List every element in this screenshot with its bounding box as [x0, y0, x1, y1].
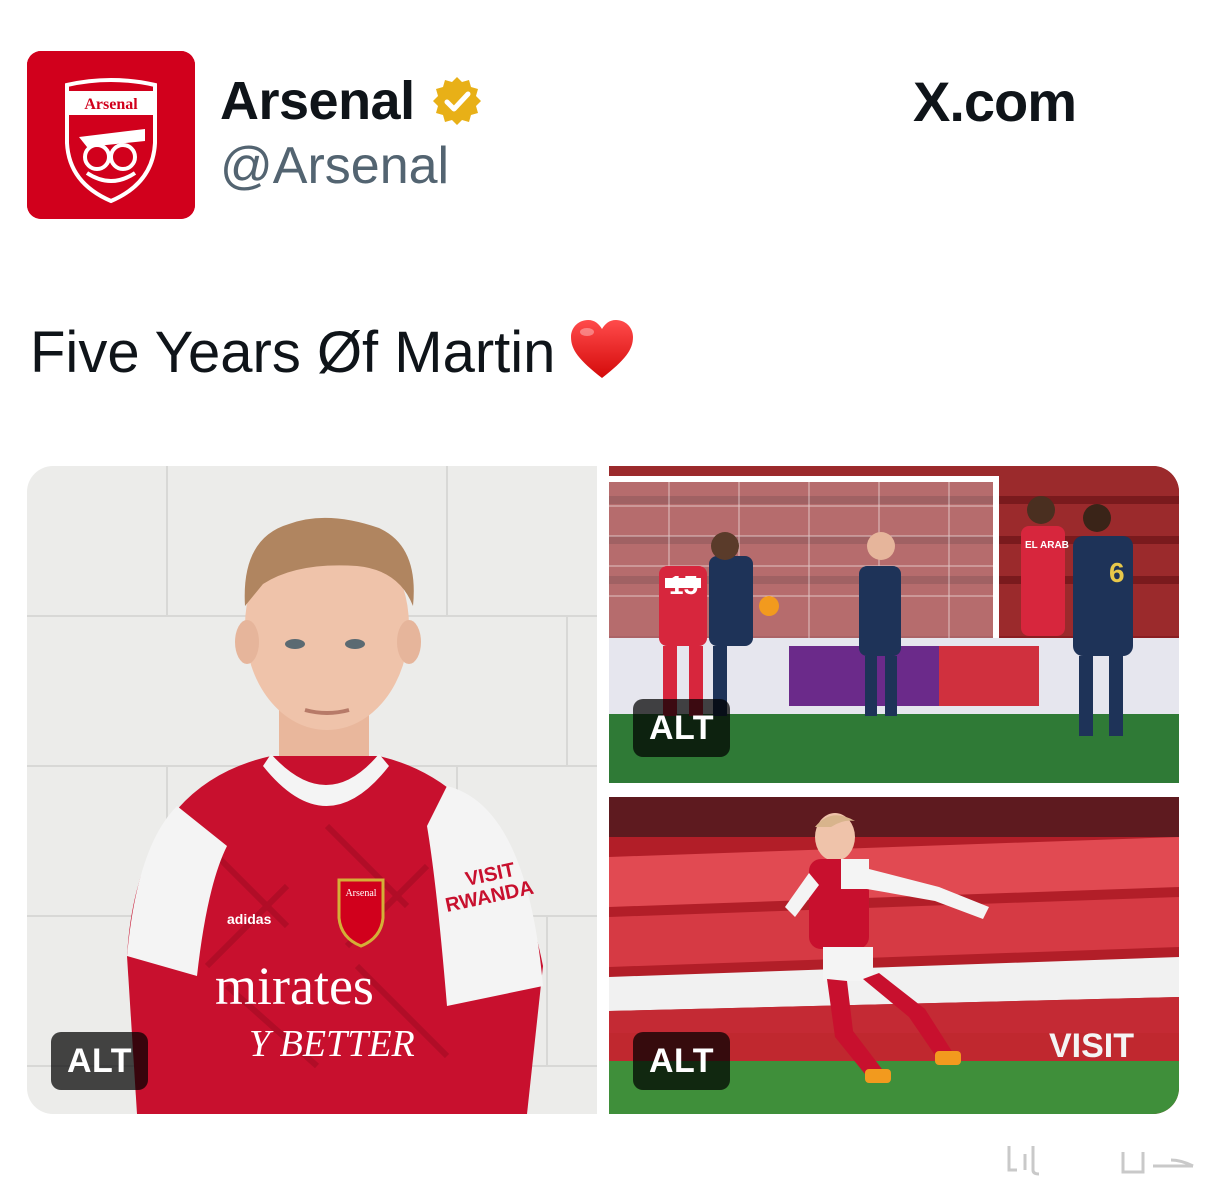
board-text: VISIT: [1049, 1027, 1134, 1065]
tweet-text: Five Years Øf Martin: [30, 318, 635, 385]
alt-badge[interactable]: ALT: [633, 699, 731, 757]
avatar[interactable]: Arsenal: [27, 51, 195, 219]
shirt-slogan-text: Y BETTER: [249, 1023, 415, 1065]
tweet-text-content: Five Years Øf Martin: [30, 320, 556, 385]
media-photo-1[interactable]: Arsenal adidas mirates Y BETTER VISIT RW…: [27, 466, 597, 1114]
portrait-photo: Arsenal adidas mirates Y BETTER VISIT RW…: [27, 466, 597, 1114]
media-photo-3[interactable]: VISIT ALT: [609, 797, 1179, 1114]
watermark-icon: [1007, 1146, 1194, 1176]
display-name-row[interactable]: Arsenal: [220, 70, 483, 132]
shirt-crest-text: Arsenal: [345, 888, 376, 899]
alt-badge[interactable]: ALT: [51, 1032, 149, 1090]
avatar-crest-text: Arsenal: [84, 96, 138, 113]
display-name[interactable]: Arsenal: [220, 74, 415, 128]
verified-badge-icon[interactable]: [431, 75, 483, 127]
source-label: X.com: [913, 70, 1077, 133]
media-grid: Arsenal adidas mirates Y BETTER VISIT RW…: [27, 466, 1179, 1114]
media-photo-2[interactable]: 15 EL ARAB 6 ALT: [609, 466, 1179, 783]
shirt-number-15: 15: [669, 570, 698, 600]
account-handle[interactable]: @Arsenal: [220, 140, 449, 192]
shirt-sponsor-text: mirates: [215, 956, 374, 1016]
shirt-number-6: 6: [1109, 557, 1125, 588]
kit-brand-text: adidas: [227, 911, 272, 927]
alt-badge[interactable]: ALT: [633, 1032, 731, 1090]
arsenal-crest-icon: Arsenal: [27, 51, 195, 219]
name-tag: EL ARAB: [1025, 540, 1069, 551]
heart-emoji-icon: [571, 320, 634, 378]
